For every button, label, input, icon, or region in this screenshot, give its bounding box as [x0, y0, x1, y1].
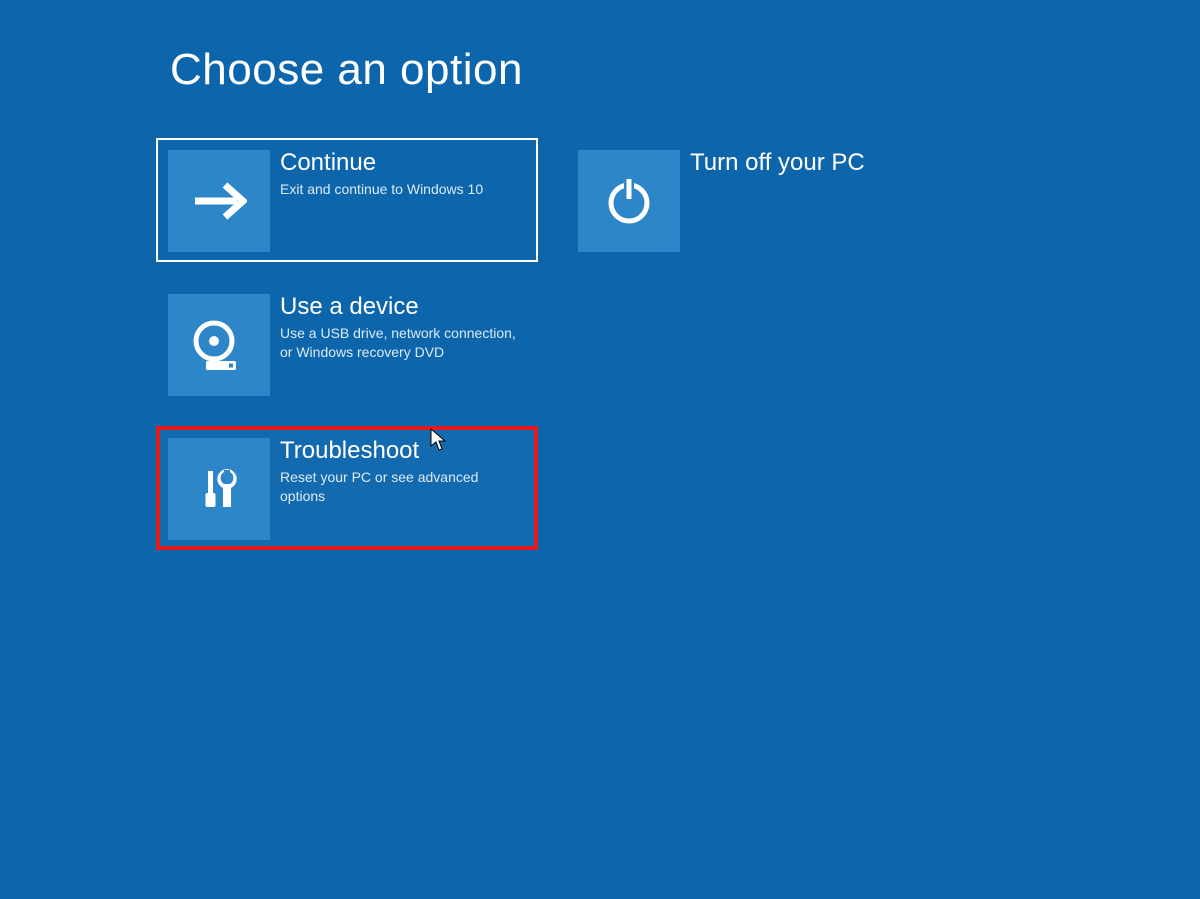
- continue-title: Continue: [280, 150, 526, 176]
- tools-icon: [168, 438, 270, 540]
- power-icon: [578, 150, 680, 252]
- troubleshoot-desc: Reset your PC or see advanced options: [280, 468, 526, 506]
- turn-off-button[interactable]: Turn off your PC: [566, 138, 948, 262]
- options-grid: Continue Exit and continue to Windows 10…: [156, 138, 948, 550]
- page-title: Choose an option: [170, 45, 523, 95]
- use-a-device-title: Use a device: [280, 294, 526, 320]
- troubleshoot-button[interactable]: Troubleshoot Reset your PC or see advanc…: [156, 426, 538, 550]
- troubleshoot-title: Troubleshoot: [280, 438, 526, 464]
- continue-desc: Exit and continue to Windows 10: [280, 180, 526, 199]
- continue-button[interactable]: Continue Exit and continue to Windows 10: [156, 138, 538, 262]
- use-a-device-button[interactable]: Use a device Use a USB drive, network co…: [156, 282, 538, 406]
- use-a-device-desc: Use a USB drive, network connection, or …: [280, 324, 526, 362]
- turn-off-title: Turn off your PC: [690, 150, 936, 176]
- disc-device-icon: [168, 294, 270, 396]
- arrow-right-icon: [168, 150, 270, 252]
